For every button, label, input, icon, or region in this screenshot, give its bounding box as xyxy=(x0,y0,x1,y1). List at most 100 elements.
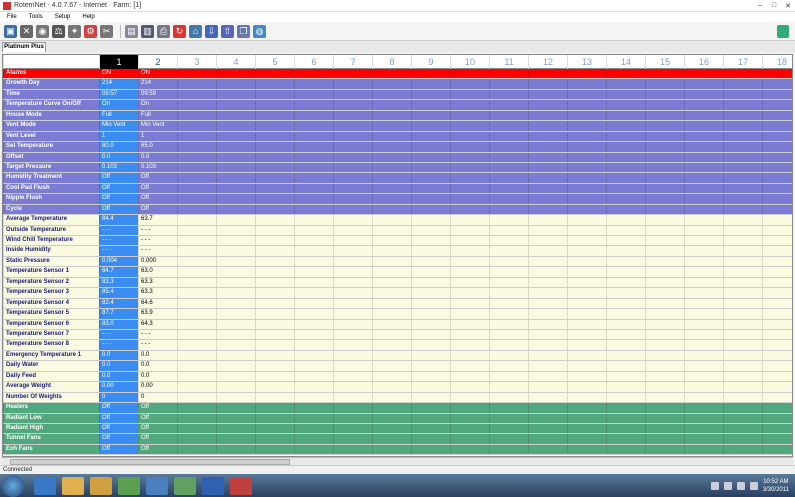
grid-cell[interactable] xyxy=(216,100,255,110)
grid-cell[interactable] xyxy=(177,131,216,142)
grid-cell[interactable] xyxy=(528,403,567,413)
grid-cell[interactable] xyxy=(294,309,333,319)
grid-cell[interactable] xyxy=(294,69,333,79)
grid-cell[interactable]: Off xyxy=(99,403,138,413)
grid-cell[interactable] xyxy=(255,183,294,194)
grid-cell[interactable]: 64.6 xyxy=(138,298,177,309)
grid-cell[interactable] xyxy=(723,371,762,382)
grid-cell[interactable]: Off xyxy=(99,413,138,423)
grid-cell[interactable] xyxy=(645,215,684,225)
grid-cell[interactable] xyxy=(489,100,528,110)
grid-cell[interactable]: 0.0 xyxy=(99,350,138,361)
monitor-icon[interactable]: ▣ xyxy=(4,24,17,38)
grid-cell[interactable] xyxy=(528,110,567,121)
menu-file[interactable]: File xyxy=(7,14,17,20)
grid-cell[interactable] xyxy=(372,173,411,183)
menu-setup[interactable]: Setup xyxy=(55,14,71,20)
grid-cell[interactable] xyxy=(762,236,792,246)
grid-cell[interactable] xyxy=(606,110,645,121)
grid-cell[interactable] xyxy=(216,204,255,215)
grid-cell[interactable] xyxy=(177,79,216,89)
grid-cell[interactable] xyxy=(294,100,333,110)
chart-icon[interactable]: ▥ xyxy=(141,24,154,38)
grid-cell[interactable] xyxy=(216,403,255,413)
grid-cell[interactable]: Off xyxy=(99,194,138,204)
grid-cell[interactable] xyxy=(606,131,645,142)
grid-cell[interactable] xyxy=(333,152,372,162)
grid-cell[interactable] xyxy=(294,392,333,403)
grid-cell[interactable] xyxy=(489,152,528,162)
grid-cell[interactable] xyxy=(489,371,528,382)
grid-cell[interactable] xyxy=(606,215,645,225)
grid-cell[interactable]: 83.0 xyxy=(99,319,138,329)
grid-cell[interactable] xyxy=(528,256,567,267)
grid-cell[interactable] xyxy=(606,350,645,361)
column-header-12[interactable]: 12 xyxy=(528,55,567,69)
grid-cell[interactable] xyxy=(528,434,567,444)
grid-cell[interactable]: 83.3 xyxy=(99,277,138,288)
grid-cell[interactable] xyxy=(684,69,723,79)
grid-cell[interactable] xyxy=(645,267,684,277)
grid-cell[interactable] xyxy=(606,392,645,403)
grid-cell[interactable] xyxy=(645,319,684,329)
grid-cell[interactable] xyxy=(294,236,333,246)
grid-cell[interactable] xyxy=(450,142,489,152)
grid-cell[interactable] xyxy=(294,89,333,100)
grid-cell[interactable] xyxy=(645,382,684,392)
grid-cell[interactable] xyxy=(489,236,528,246)
grid-cell[interactable] xyxy=(606,298,645,309)
grid-cell[interactable] xyxy=(372,236,411,246)
grid-cell[interactable] xyxy=(606,194,645,204)
grid-cell[interactable] xyxy=(645,392,684,403)
grid-cell[interactable] xyxy=(255,298,294,309)
grid-cell[interactable] xyxy=(489,256,528,267)
grid-cell[interactable] xyxy=(294,298,333,309)
grid-cell[interactable] xyxy=(567,225,606,236)
grid-cell[interactable]: Off xyxy=(99,183,138,194)
grid-cell[interactable] xyxy=(723,215,762,225)
tray-icon[interactable] xyxy=(736,481,745,490)
grid-cell[interactable] xyxy=(333,434,372,444)
grid-cell[interactable] xyxy=(294,413,333,423)
grid-cell[interactable] xyxy=(294,444,333,455)
grid-cell[interactable] xyxy=(411,288,450,298)
grid-cell[interactable] xyxy=(411,309,450,319)
grid-cell[interactable] xyxy=(762,183,792,194)
grid-cell[interactable] xyxy=(606,183,645,194)
grid-cell[interactable] xyxy=(255,215,294,225)
grid-cell[interactable] xyxy=(567,256,606,267)
grid-cell[interactable]: 63.3 xyxy=(138,288,177,298)
grid-cell[interactable] xyxy=(567,110,606,121)
column-header-17[interactable]: 17 xyxy=(723,55,762,69)
grid-cell[interactable] xyxy=(450,403,489,413)
grid-cell[interactable] xyxy=(762,403,792,413)
grid-cell[interactable] xyxy=(255,288,294,298)
grid-cell[interactable] xyxy=(645,131,684,142)
grid-cell[interactable] xyxy=(294,194,333,204)
document-icon[interactable]: ▤ xyxy=(125,24,138,38)
grid-cell[interactable] xyxy=(216,423,255,434)
grid-cell[interactable] xyxy=(567,350,606,361)
grid-cell[interactable] xyxy=(216,183,255,194)
grid-cell[interactable] xyxy=(333,79,372,89)
start-button[interactable] xyxy=(2,474,24,497)
grid-cell[interactable] xyxy=(762,267,792,277)
grid-cell[interactable] xyxy=(177,382,216,392)
grid-cell[interactable] xyxy=(450,277,489,288)
grid-cell[interactable]: - - - xyxy=(99,236,138,246)
grid-cell[interactable] xyxy=(645,183,684,194)
bird-icon[interactable]: ✦ xyxy=(68,24,81,38)
grid-cell[interactable] xyxy=(645,110,684,121)
grid-cell[interactable] xyxy=(762,371,792,382)
grid-cell[interactable] xyxy=(645,340,684,350)
column-header-8[interactable]: 8 xyxy=(372,55,411,69)
grid-cell[interactable] xyxy=(606,330,645,340)
grid-cell[interactable] xyxy=(333,173,372,183)
grid-cell[interactable] xyxy=(567,392,606,403)
grid-cell[interactable] xyxy=(723,194,762,204)
grid-cell[interactable]: 0.103 xyxy=(99,162,138,173)
grid-cell[interactable] xyxy=(255,392,294,403)
grid-cell[interactable]: 0.0 xyxy=(138,361,177,371)
grid-cell[interactable] xyxy=(255,173,294,183)
grid-cell[interactable] xyxy=(489,392,528,403)
